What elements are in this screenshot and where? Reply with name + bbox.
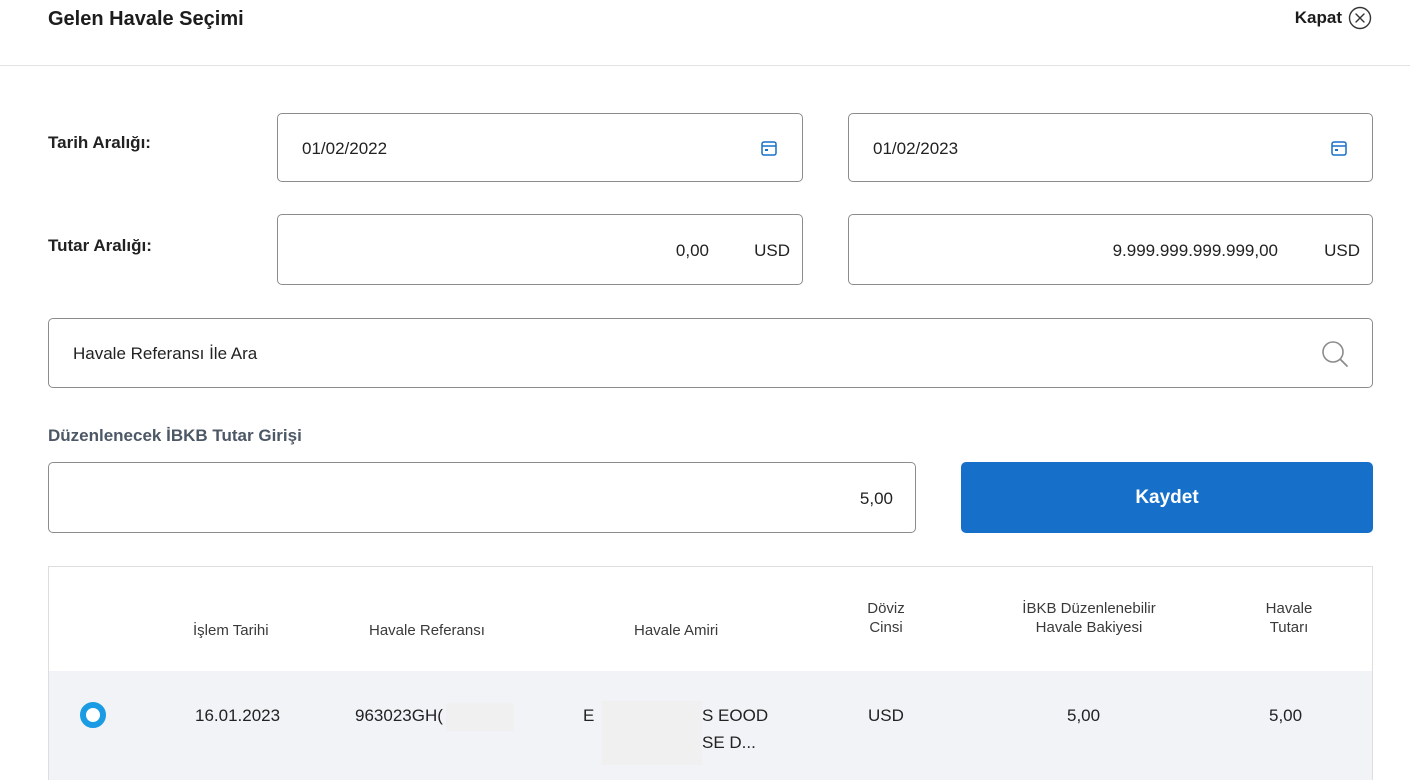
row-reference: 963023GH( [355, 706, 443, 725]
column-header-amount-line2: Tutarı [1269, 619, 1309, 636]
ibkb-amount-label: Düzenlenecek İBKB Tutar Girişi [48, 426, 302, 445]
column-header-balance: İBKB Düzenlenebilir Havale Bakiyesi [989, 599, 1189, 637]
column-header-amount-line1: Havale [1265, 600, 1313, 617]
column-header-balance-line2: Havale Bakiyesi [1035, 619, 1143, 636]
row-currency: USD [868, 706, 904, 725]
save-button[interactable]: Kaydet [961, 462, 1373, 533]
close-label: Kapat [1294, 8, 1342, 27]
calendar-icon[interactable] [1330, 139, 1348, 157]
row-originator-line2: SE D... [702, 733, 756, 752]
close-icon [1348, 6, 1372, 30]
min-amount-field[interactable]: 0,00 USD [277, 214, 803, 285]
column-header-date: İşlem Tarihi [193, 622, 269, 639]
close-button[interactable]: Kapat [1295, 6, 1372, 30]
transfers-table: İşlem Tarihi Havale Referansı Havale Ami… [48, 566, 1373, 780]
row-originator-part2: S EOOD [702, 706, 769, 725]
column-header-currency-line2: Cinsi [869, 619, 903, 636]
search-icon[interactable] [1320, 339, 1350, 369]
row-amount: 5,00 [1269, 706, 1303, 725]
max-amount-value: 9.999.999.999.999,00 [1112, 241, 1278, 260]
min-amount-value: 0,00 [675, 241, 709, 260]
max-currency-label: USD [1324, 241, 1360, 260]
row-select-radio[interactable] [80, 702, 106, 728]
ibkb-amount-value: 5,00 [859, 489, 893, 508]
date-range-label: Tarih Aralığı: [48, 133, 151, 152]
modal-title: Gelen Havale Seçimi [48, 8, 244, 30]
redaction-block [602, 701, 702, 765]
start-date-value: 01/02/2022 [302, 139, 388, 158]
row-date: 16.01.2023 [195, 706, 281, 725]
calendar-icon[interactable] [760, 139, 778, 157]
end-date-value: 01/02/2023 [873, 139, 959, 158]
reference-search-field[interactable]: Havale Referansı İle Ara [48, 318, 1373, 388]
row-balance: 5,00 [1067, 706, 1101, 725]
column-header-currency: Döviz Cinsi [841, 599, 931, 637]
end-date-field[interactable]: 01/02/2023 [848, 113, 1373, 182]
row-originator-part1: E [583, 706, 595, 725]
max-amount-field[interactable]: 9.999.999.999.999,00 USD [848, 214, 1373, 285]
amount-range-label: Tutar Aralığı: [48, 236, 152, 255]
column-header-originator: Havale Amiri [634, 622, 719, 639]
modal-header: Gelen Havale Seçimi Kapat [0, 0, 1410, 66]
search-placeholder: Havale Referansı İle Ara [73, 344, 258, 363]
redaction-block [446, 703, 514, 731]
column-header-currency-line1: Döviz [867, 600, 905, 617]
ibkb-amount-field[interactable]: 5,00 [48, 462, 916, 533]
start-date-field[interactable]: 01/02/2022 [277, 113, 803, 182]
column-header-amount: Havale Tutarı [1249, 599, 1329, 637]
table-row[interactable]: 16.01.2023 963023GH( E S EOOD SE D... US… [49, 671, 1372, 780]
column-header-reference: Havale Referansı [369, 622, 485, 639]
min-currency-label: USD [754, 241, 790, 260]
column-header-balance-line1: İBKB Düzenlenebilir [1022, 600, 1156, 617]
